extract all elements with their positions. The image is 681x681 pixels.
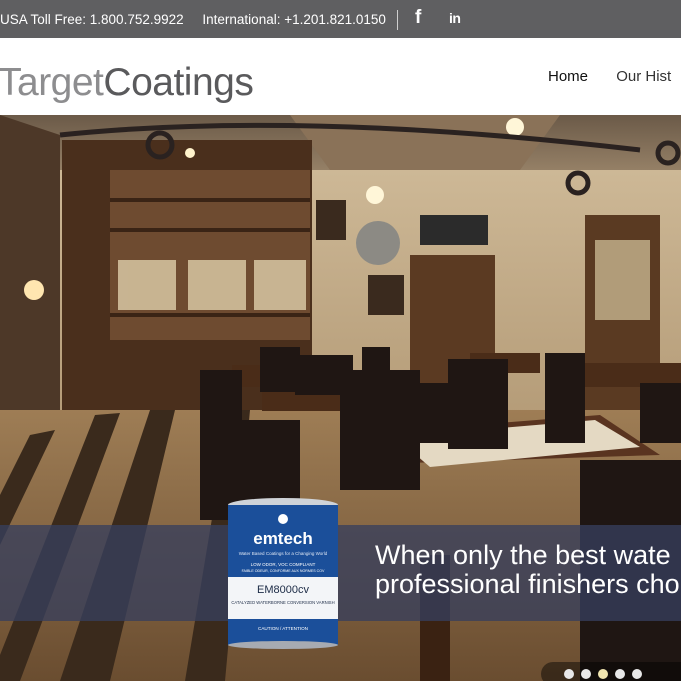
slide-dot-4[interactable] [615, 669, 625, 679]
logo-word-target: Target [0, 61, 104, 104]
nav-item-home[interactable]: Home [548, 68, 588, 85]
topbar-divider [397, 10, 398, 30]
tagline-line-1: When only the best wate [375, 540, 671, 570]
main-nav: Home Our Hist [548, 68, 681, 85]
top-contact-bar: USA Toll Free: 1.800.752.9922 Internatio… [0, 0, 681, 38]
can-line-1: LOW ODOR, VOC COMPLIANT [251, 562, 316, 567]
international-phone[interactable]: International: +1.201.821.0150 [202, 12, 386, 27]
tagline-line-2: professional finishers cho [375, 569, 680, 599]
facebook-icon[interactable]: f [415, 7, 429, 29]
logo-word-coatings: Coatings [103, 61, 254, 104]
slide-dot-1[interactable] [564, 669, 574, 679]
can-brand: emtech [253, 529, 313, 548]
usa-phone[interactable]: USA Toll Free: 1.800.752.9922 [0, 12, 184, 27]
nav-item-our-history[interactable]: Our Hist [616, 68, 671, 85]
slide-dot-5[interactable] [632, 669, 642, 679]
can-subtitle: Water Based Coatings for a Changing Worl… [239, 551, 328, 556]
phone-numbers: USA Toll Free: 1.800.752.9922 Internatio… [0, 0, 401, 38]
hero-slideshow[interactable]: When only the best wate professional fin… [0, 115, 681, 681]
site-logo[interactable]: TargetCoatings [0, 60, 254, 106]
site-header: TargetCoatings Home Our Hist [0, 38, 681, 115]
slide-pagination [541, 662, 681, 681]
can-line-2: FAIBLE ODEUR, CONFORME AUX NORMES COV [242, 569, 325, 573]
can-caution: CAUTION / ATTENTION [258, 626, 308, 631]
slide-dot-2[interactable] [581, 669, 591, 679]
linkedin-icon[interactable]: in [449, 9, 461, 27]
hero-tagline: When only the best wate professional fin… [375, 541, 680, 599]
slide-dot-3[interactable] [598, 669, 608, 679]
can-desc: CATALYZED WATERBORNE CONVERSION VARNISH [231, 600, 334, 605]
emtech-product-can: emtech Water Based Coatings for a Changi… [228, 498, 338, 649]
can-model: EM8000cv [257, 584, 309, 596]
